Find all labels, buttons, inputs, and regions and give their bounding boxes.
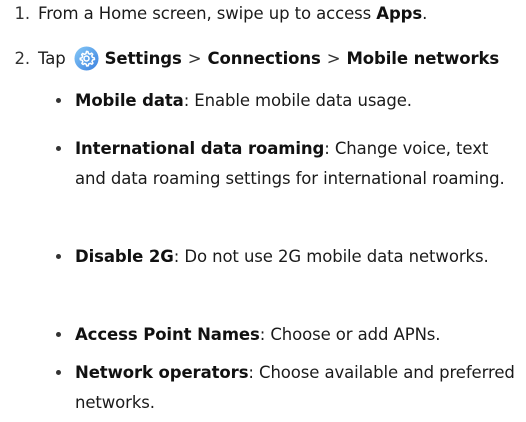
step-number: 2.: [14, 49, 30, 68]
instructions-document: 1. From a Home screen, swipe up to acces…: [0, 0, 526, 422]
path-separator: >: [187, 49, 202, 68]
option-access-point-names: Access Point Names: Choose or add APNs.: [56, 320, 515, 350]
step-number: 1.: [14, 4, 30, 23]
option-description: : Enable mobile data usage.: [183, 91, 412, 110]
option-term: International data roaming: [75, 139, 325, 158]
option-term: Network operators: [75, 363, 249, 382]
bullet-dot: [56, 370, 61, 375]
option-international-roaming: International data roaming: Change voice…: [56, 134, 515, 194]
option-network-operators: Network operators: Choose available and …: [56, 358, 515, 418]
option-disable-2g: Disable 2G: Do not use 2G mobile data ne…: [56, 242, 515, 272]
option-term: Mobile data: [75, 91, 184, 110]
option-description: : Do not use 2G mobile data networks.: [173, 247, 489, 266]
option-mobile-data: Mobile data: Enable mobile data usage.: [56, 86, 515, 116]
mobile-networks-label: Mobile networks: [346, 49, 500, 68]
settings-label: Settings: [104, 49, 182, 68]
path-separator: >: [326, 49, 341, 68]
bullet-dot: [56, 146, 61, 151]
settings-gear-icon: [74, 46, 99, 71]
step-text: From a Home screen, swipe up to access A…: [38, 4, 427, 23]
connections-label: Connections: [207, 49, 321, 68]
option-description: : Choose or add APNs.: [259, 325, 441, 344]
bullet-dot: [56, 254, 61, 259]
bullet-dot: [56, 332, 61, 337]
step-2: 2. Tap Settings > Connections > Mobile n…: [0, 46, 499, 71]
step-text-before: From a Home screen, swipe up to access: [38, 4, 377, 23]
option-term: Access Point Names: [75, 325, 260, 344]
apps-label: Apps: [376, 4, 423, 23]
step-1: 1. From a Home screen, swipe up to acces…: [0, 4, 427, 23]
step-text: Tap Settings > Connections > Mobile netw…: [38, 46, 499, 71]
option-term: Disable 2G: [75, 247, 174, 266]
bullet-dot: [56, 98, 61, 103]
step-text-after: .: [422, 4, 428, 23]
tap-label: Tap: [38, 49, 66, 68]
